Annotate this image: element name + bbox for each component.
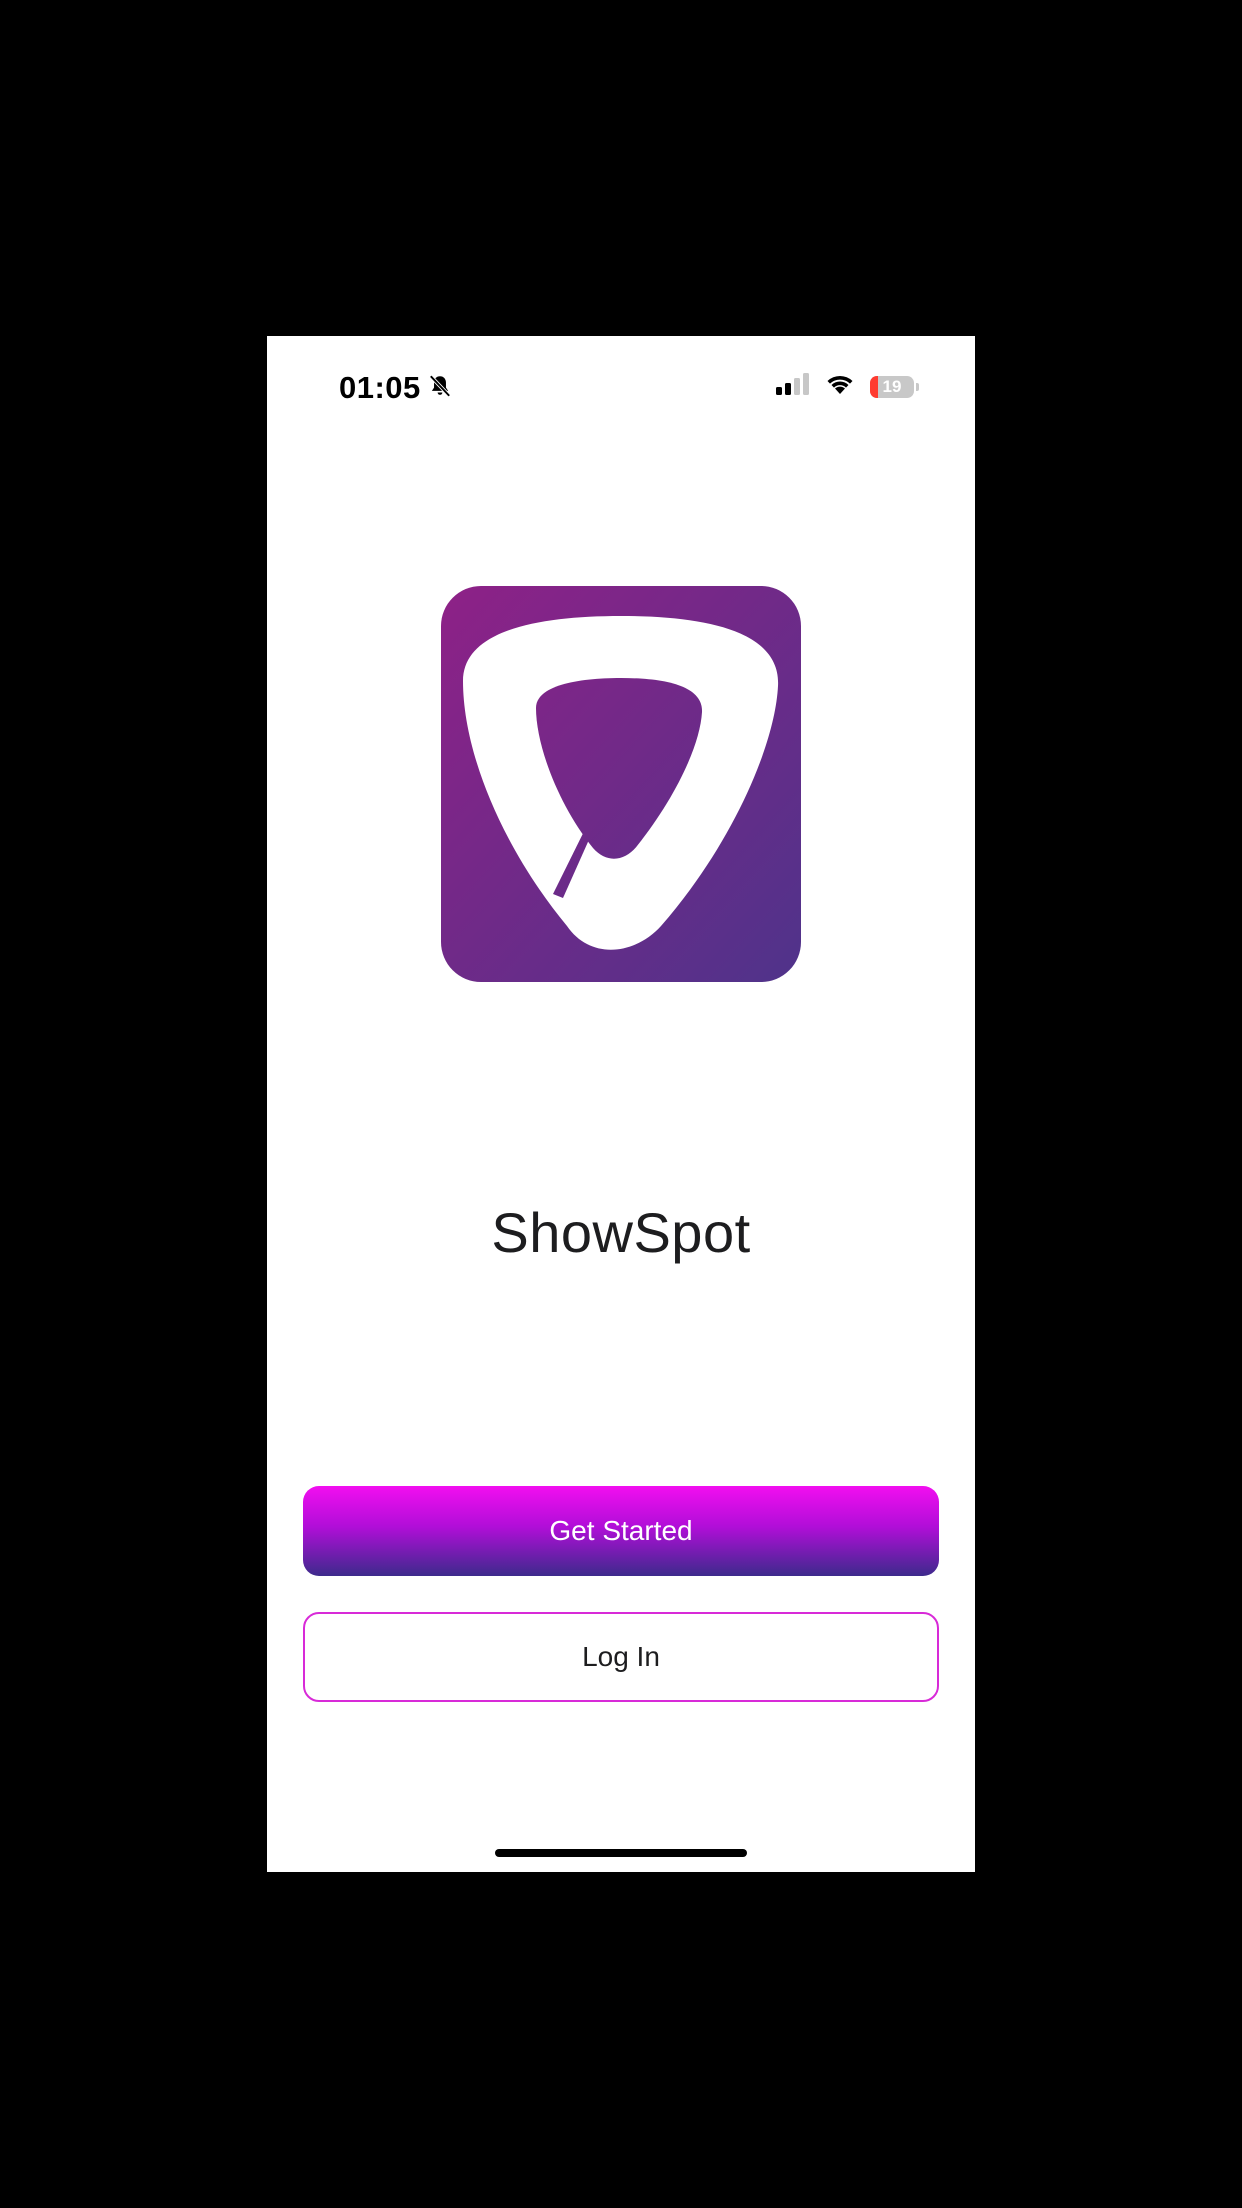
battery-percentage: 19 bbox=[882, 376, 902, 396]
status-indicators: 19 bbox=[776, 372, 919, 401]
status-time-group: 01:05 bbox=[339, 370, 453, 406]
log-in-button[interactable]: Log In bbox=[303, 1612, 939, 1702]
bell-slash-icon bbox=[427, 373, 453, 404]
get-started-button[interactable]: Get Started bbox=[303, 1486, 939, 1576]
phone-screen: 01:05 19 ShowSpot Get Started Log In bbox=[267, 336, 975, 1872]
wifi-icon bbox=[824, 372, 856, 401]
status-bar: 01:05 19 bbox=[267, 336, 975, 442]
app-logo bbox=[441, 586, 801, 982]
app-title: ShowSpot bbox=[491, 1201, 751, 1264]
guitar-pick-logo-icon bbox=[441, 586, 801, 982]
cellular-signal-icon bbox=[776, 373, 810, 400]
battery-cap bbox=[916, 382, 919, 391]
battery-icon: 19 bbox=[870, 375, 914, 398]
home-indicator[interactable] bbox=[495, 1849, 747, 1857]
status-time: 01:05 bbox=[339, 370, 421, 405]
